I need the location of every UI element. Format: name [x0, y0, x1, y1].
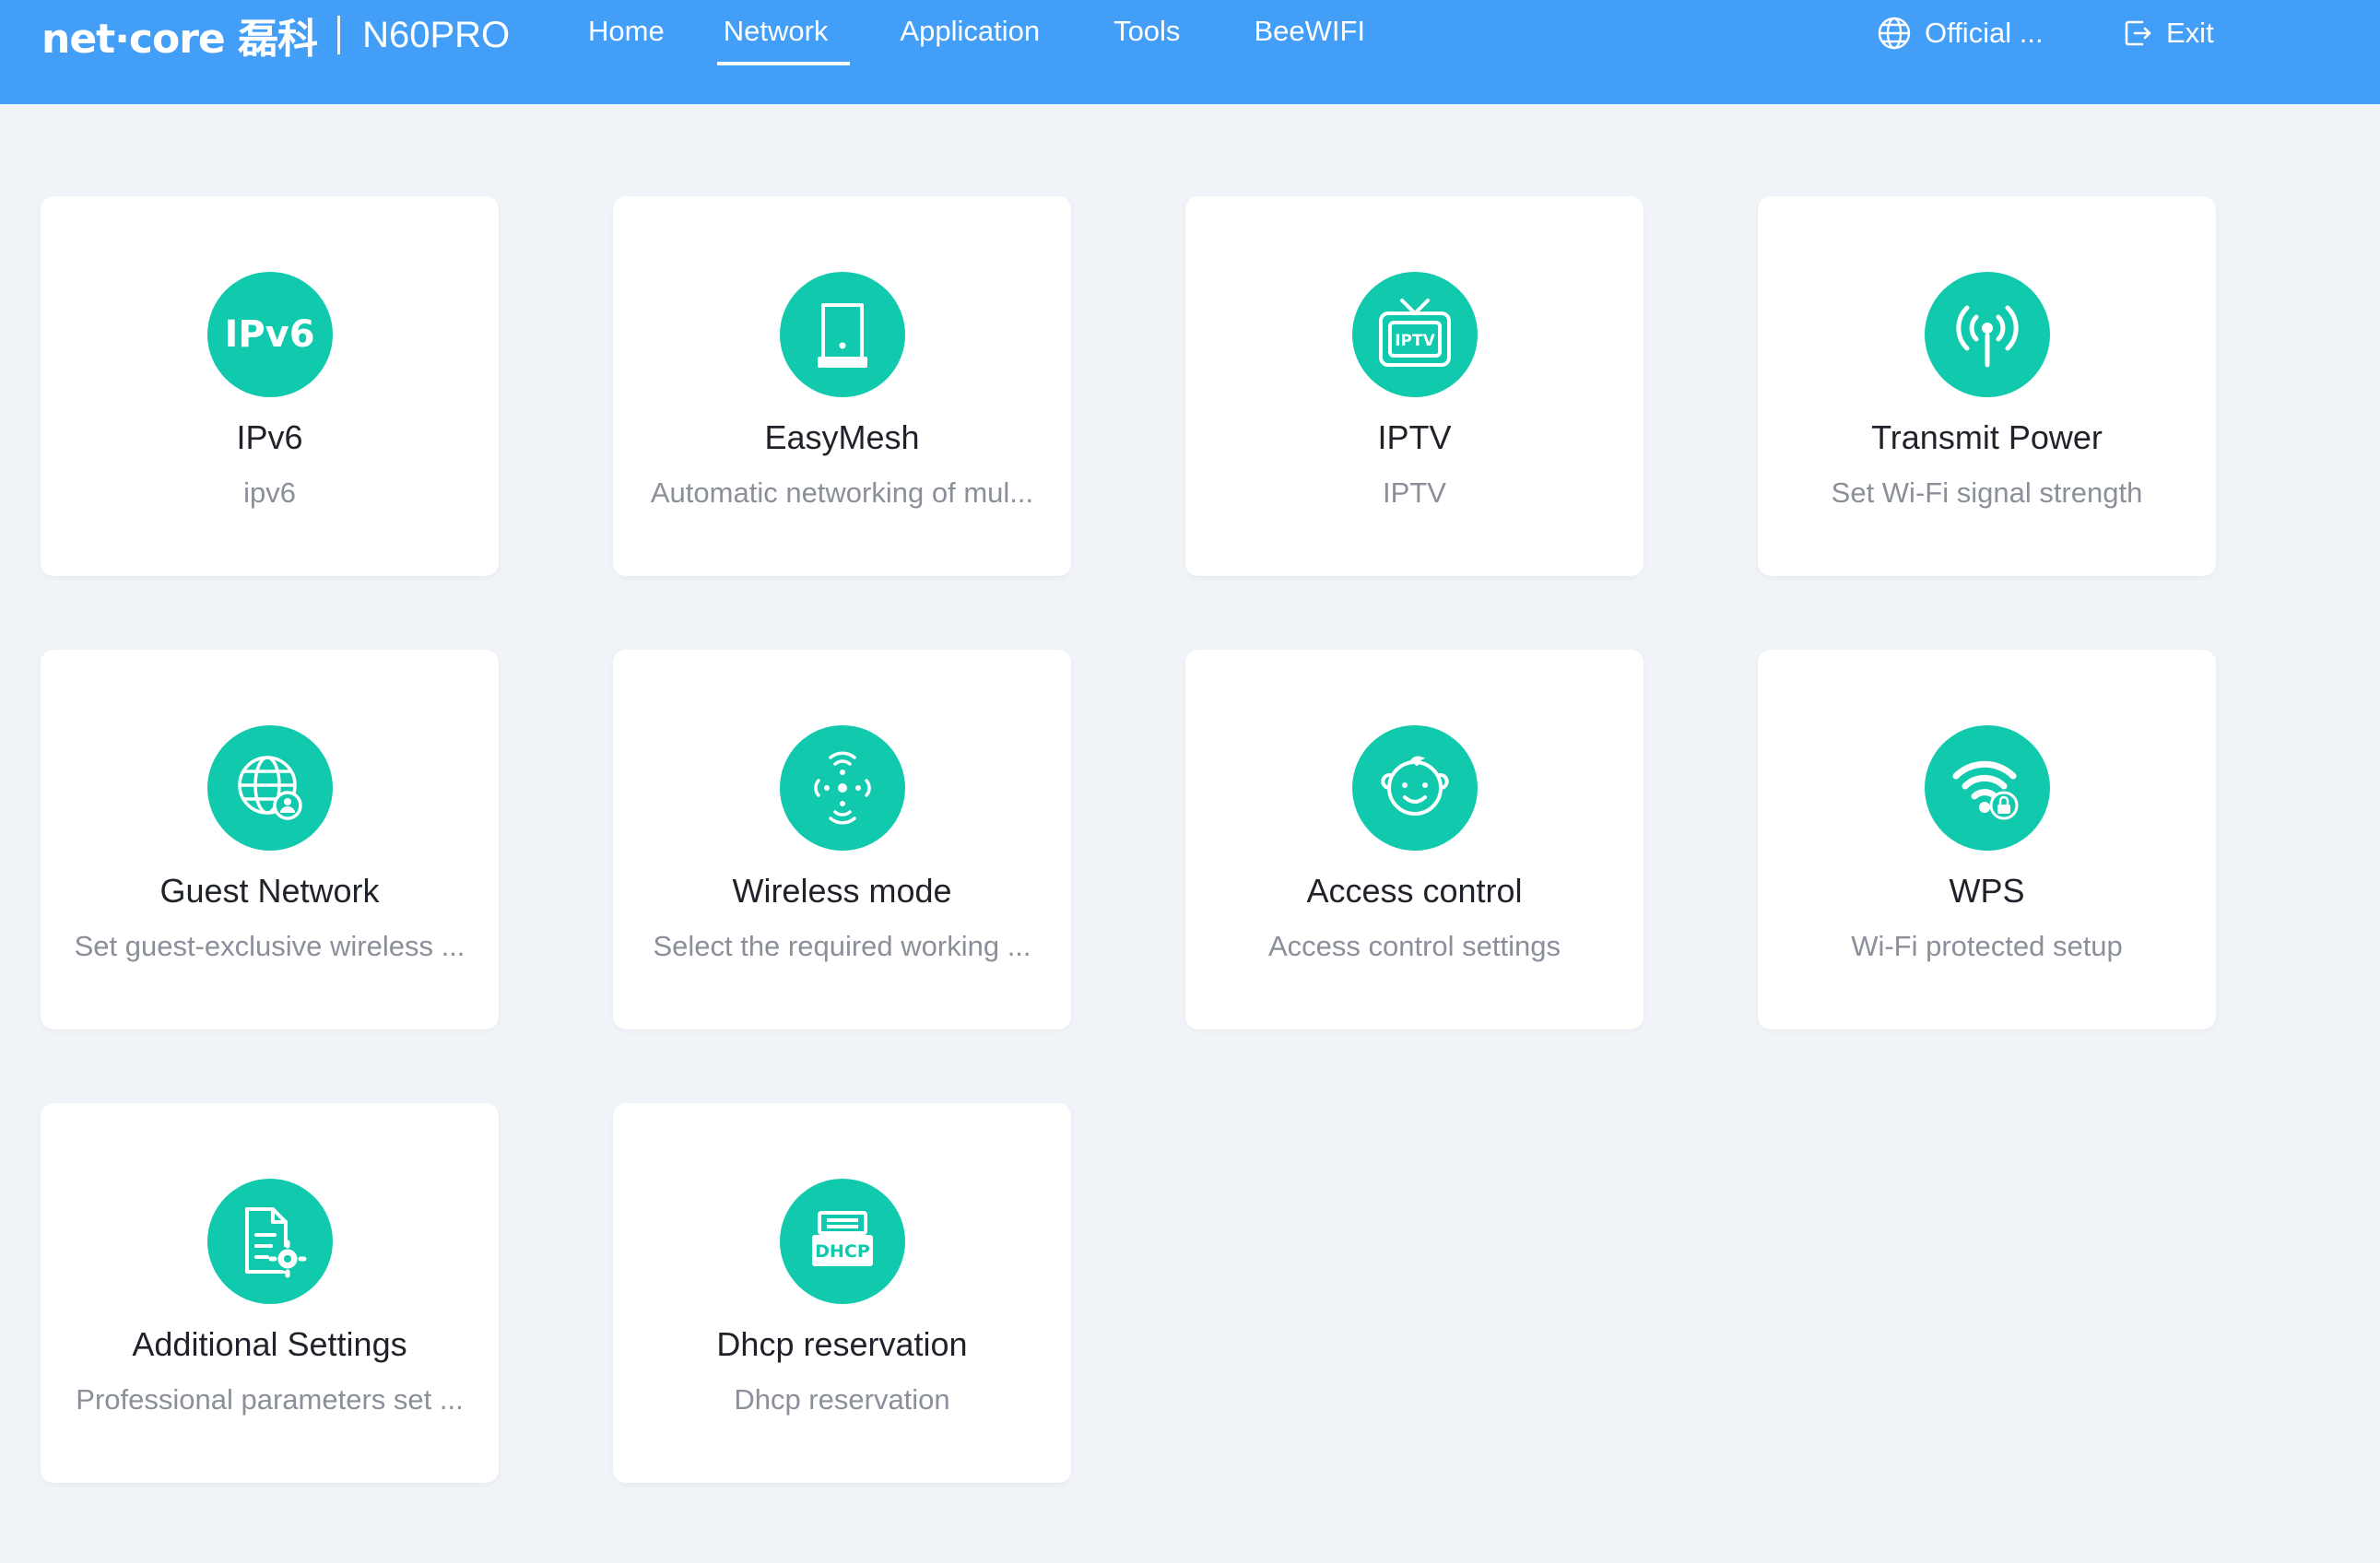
card-title: IPv6: [236, 418, 303, 456]
netcore-logo: net·core 磊科: [41, 16, 318, 63]
baby-face-icon: [1351, 725, 1478, 851]
card-transmit-power[interactable]: Transmit Power Set Wi-Fi signal strength: [1758, 196, 2216, 576]
card-title: IPTV: [1377, 418, 1452, 456]
easymesh-icon: [779, 272, 905, 397]
ipv6-icon: IPv6: [206, 272, 333, 397]
iptv-icon-text: IPTV: [1395, 332, 1435, 350]
card-description: Set guest-exclusive wireless ...: [74, 930, 465, 962]
card-dhcp-reservation[interactable]: DHCP Dhcp reservation Dhcp reservation: [613, 1103, 1071, 1483]
signal-tower-icon: [1924, 272, 2050, 397]
card-title: Access control: [1306, 872, 1523, 910]
logout-icon: [2125, 20, 2151, 46]
official-label: Official ...: [1925, 17, 2044, 49]
tv-icon: IPTV: [1351, 272, 1478, 397]
card-description: IPTV: [1383, 476, 1446, 509]
nav-beewifi[interactable]: BeeWIFI: [1217, 0, 1402, 68]
card-description: Wi-Fi protected setup: [1851, 930, 2123, 962]
device-model: N60PRO: [362, 14, 511, 55]
card-additional-settings[interactable]: Additional Settings Professional paramet…: [41, 1103, 499, 1483]
card-access-control[interactable]: Access control Access control settings: [1185, 650, 1644, 1029]
card-wireless-mode[interactable]: Wireless mode Select the required workin…: [613, 650, 1071, 1029]
card-description: ipv6: [243, 476, 296, 509]
card-description: Access control settings: [1267, 930, 1561, 962]
card-ipv6[interactable]: IPv6 IPv6 ipv6: [41, 196, 499, 576]
brand-divider: [337, 16, 341, 54]
card-title: Transmit Power: [1871, 418, 2103, 456]
card-description: Dhcp reservation: [734, 1383, 950, 1416]
exit-label: Exit: [2166, 17, 2214, 49]
card-description: Set Wi-Fi signal strength: [1831, 476, 2143, 509]
globe-user-icon: [206, 725, 333, 851]
nav-home[interactable]: Home: [560, 0, 701, 68]
card-title: EasyMesh: [764, 418, 920, 456]
nav-tools[interactable]: Tools: [1077, 0, 1217, 68]
card-iptv[interactable]: IPTV IPTV IPTV: [1185, 196, 1644, 576]
nav-application[interactable]: Application: [865, 0, 1077, 68]
card-wps[interactable]: WPS Wi-Fi protected setup: [1758, 650, 2216, 1029]
brand: net·core 磊科 N60PRO: [41, 7, 511, 64]
wifi-lock-icon: [1924, 725, 2050, 851]
card-guest-network[interactable]: Guest Network Set guest-exclusive wirele…: [41, 650, 499, 1029]
nav-network[interactable]: Network: [701, 0, 866, 68]
card-description: Select the required working ...: [653, 930, 1031, 962]
card-title: Guest Network: [159, 872, 380, 910]
card-title: Additional Settings: [132, 1325, 407, 1363]
document-gear-icon: [206, 1179, 333, 1304]
card-description: Professional parameters set ...: [76, 1383, 464, 1416]
wireless-mode-icon: [779, 725, 905, 851]
top-navigation-bar: net·core 磊科 N60PRO Home Network Applicat…: [0, 0, 2380, 104]
ipv6-icon-text: IPv6: [224, 313, 315, 356]
card-title: Wireless mode: [732, 872, 952, 910]
card-title: Dhcp reservation: [716, 1325, 968, 1363]
card-title: WPS: [1949, 872, 2025, 910]
globe-icon: [1878, 17, 1911, 50]
main-nav: Home Network Application Tools BeeWIFI: [560, 0, 1402, 74]
card-description: Automatic networking of mul...: [650, 476, 1034, 509]
network-feature-grid: IPv6 IPv6 ipv6 EasyMesh Automatic networ…: [41, 196, 2216, 1483]
dhcp-icon: DHCP: [779, 1179, 905, 1304]
card-easymesh[interactable]: EasyMesh Automatic networking of mul...: [613, 196, 1071, 576]
dhcp-icon-text: DHCP: [815, 1241, 870, 1262]
official-website-link[interactable]: Official ...: [1877, 11, 2044, 55]
exit-button[interactable]: Exit: [2122, 11, 2214, 55]
